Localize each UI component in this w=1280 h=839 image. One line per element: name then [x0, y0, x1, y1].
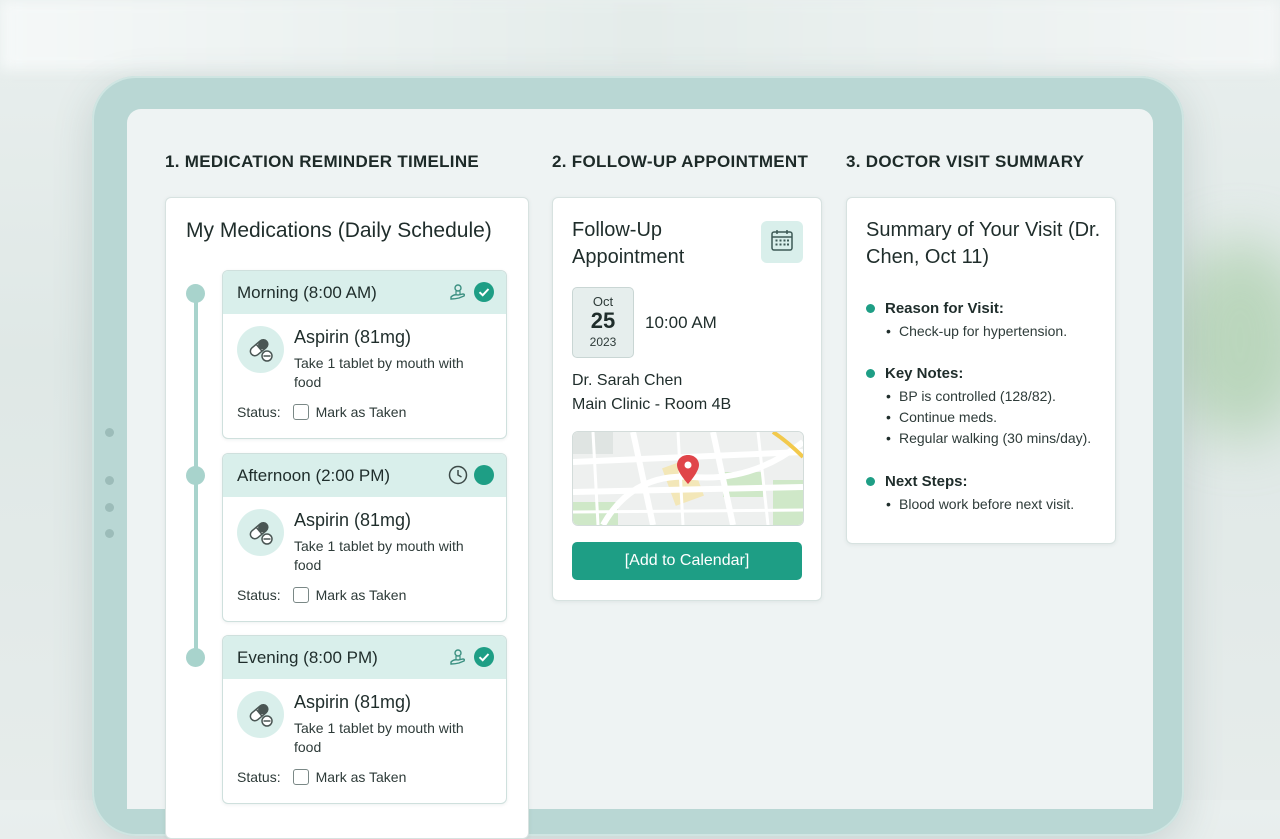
- tablet-camera-dot: [105, 428, 114, 437]
- tablet-sensor-dot: [105, 529, 114, 538]
- slot-time-label: Afternoon (2:00 PM): [237, 466, 391, 485]
- tablet-sensor-dot: [105, 503, 114, 512]
- slot-header: Evening (8:00 PM): [223, 636, 506, 679]
- summary-item: BP is controlled (128/82).: [866, 386, 1106, 407]
- tablet-sensor-dot: [105, 476, 114, 485]
- summary-section-key-notes: Key Notes: BP is controlled (128/82). Co…: [866, 365, 1106, 449]
- appointment-time: 10:00 AM: [645, 313, 717, 332]
- status-dot-icon: [474, 465, 494, 485]
- summary-section-next-steps: Next Steps: Blood work before next visit…: [866, 473, 1106, 515]
- mark-as-taken-label[interactable]: Mark as Taken: [316, 769, 407, 785]
- calendar-icon: [769, 227, 795, 258]
- summary-item: Check-up for hypertension.: [866, 321, 1106, 342]
- summary-item: Regular walking (30 mins/day).: [866, 428, 1106, 449]
- drug-name: Aspirin (81mg): [294, 510, 412, 530]
- mark-as-taken-checkbox[interactable]: Mark as Taken: [292, 404, 407, 420]
- checkbox-box[interactable]: [292, 404, 309, 420]
- mark-as-taken-checkbox[interactable]: Mark as Taken: [292, 587, 407, 603]
- medication-slot-evening: Evening (8:00 PM) Aspirin (81mg) Take 1 …: [222, 635, 507, 804]
- clock-icon: [448, 465, 468, 485]
- mark-as-taken-label[interactable]: Mark as Taken: [316, 587, 407, 603]
- drug-instructions: Take 1 tablet by mouth with food: [294, 355, 464, 390]
- drug-instructions: Take 1 tablet by mouth with food: [294, 538, 464, 573]
- summary-heading: Next Steps:: [885, 473, 968, 490]
- bullet-dot-icon: [866, 304, 875, 313]
- bullet-dot-icon: [866, 477, 875, 486]
- mark-as-taken-checkbox[interactable]: Mark as Taken: [292, 769, 407, 785]
- timeline-node-morning: [186, 284, 205, 303]
- date-month: Oct: [592, 294, 614, 309]
- section-title-appointment: 2. FOLLOW-UP APPOINTMENT: [552, 152, 809, 171]
- summary-heading: Key Notes:: [885, 365, 964, 382]
- section-title-medication: 1. MEDICATION REMINDER TIMELINE: [165, 152, 480, 171]
- calendar-button[interactable]: [761, 221, 803, 263]
- pill-icon: [237, 691, 284, 738]
- summary-section-reason: Reason for Visit: Check-up for hypertens…: [866, 300, 1106, 342]
- food-hand-icon: [448, 647, 468, 667]
- add-to-calendar-button[interactable]: [Add to Calendar]: [572, 542, 802, 580]
- background-plant: [1170, 240, 1280, 440]
- pill-icon: [237, 326, 284, 373]
- mark-as-taken-label[interactable]: Mark as Taken: [316, 404, 407, 420]
- pill-icon: [237, 509, 284, 556]
- checkbox-box[interactable]: [292, 769, 309, 785]
- timeline-node-afternoon: [186, 466, 205, 485]
- food-hand-icon: [448, 282, 468, 302]
- timeline-node-evening: [186, 648, 205, 667]
- summary-heading: Reason for Visit:: [885, 300, 1004, 317]
- summary-item: Continue meds.: [866, 407, 1106, 428]
- status-label: Status:: [237, 404, 281, 420]
- status-label: Status:: [237, 587, 281, 603]
- drug-instructions: Take 1 tablet by mouth with food: [294, 720, 464, 755]
- medication-card-title: My Medications (Daily Schedule): [186, 219, 492, 242]
- bullet-dot-icon: [866, 369, 875, 378]
- background-window: [0, 0, 1280, 70]
- date-year: 2023: [589, 335, 617, 349]
- status-label: Status:: [237, 769, 281, 785]
- medication-slot-afternoon: Afternoon (2:00 PM) Aspirin (81mg) Take …: [222, 453, 507, 622]
- slot-header: Morning (8:00 AM): [223, 271, 506, 314]
- visit-summary-title: Summary of Your Visit (Dr. Chen, Oct 11): [866, 219, 1101, 268]
- slot-header: Afternoon (2:00 PM): [223, 454, 506, 497]
- clinic-location: Main Clinic - Room 4B: [572, 396, 732, 413]
- date-badge: Oct 25 2023: [572, 287, 634, 358]
- location-map[interactable]: [572, 431, 804, 526]
- drug-name: Aspirin (81mg): [294, 327, 412, 347]
- checkbox-box[interactable]: [292, 587, 309, 603]
- slot-time-label: Evening (8:00 PM): [237, 648, 378, 667]
- check-circle-icon: [474, 282, 494, 302]
- date-day: 25: [590, 308, 616, 333]
- check-circle-icon: [474, 647, 494, 667]
- section-title-summary: 3. DOCTOR VISIT SUMMARY: [846, 152, 1085, 171]
- slot-time-label: Morning (8:00 AM): [237, 283, 377, 302]
- drug-name: Aspirin (81mg): [294, 692, 412, 712]
- appointment-title: Follow-Up Appointment: [572, 219, 685, 268]
- summary-item: Blood work before next visit.: [866, 494, 1106, 515]
- doctor-name: Dr. Sarah Chen: [572, 372, 683, 389]
- medication-slot-morning: Morning (8:00 AM) Aspirin (81mg) Take 1 …: [222, 270, 507, 439]
